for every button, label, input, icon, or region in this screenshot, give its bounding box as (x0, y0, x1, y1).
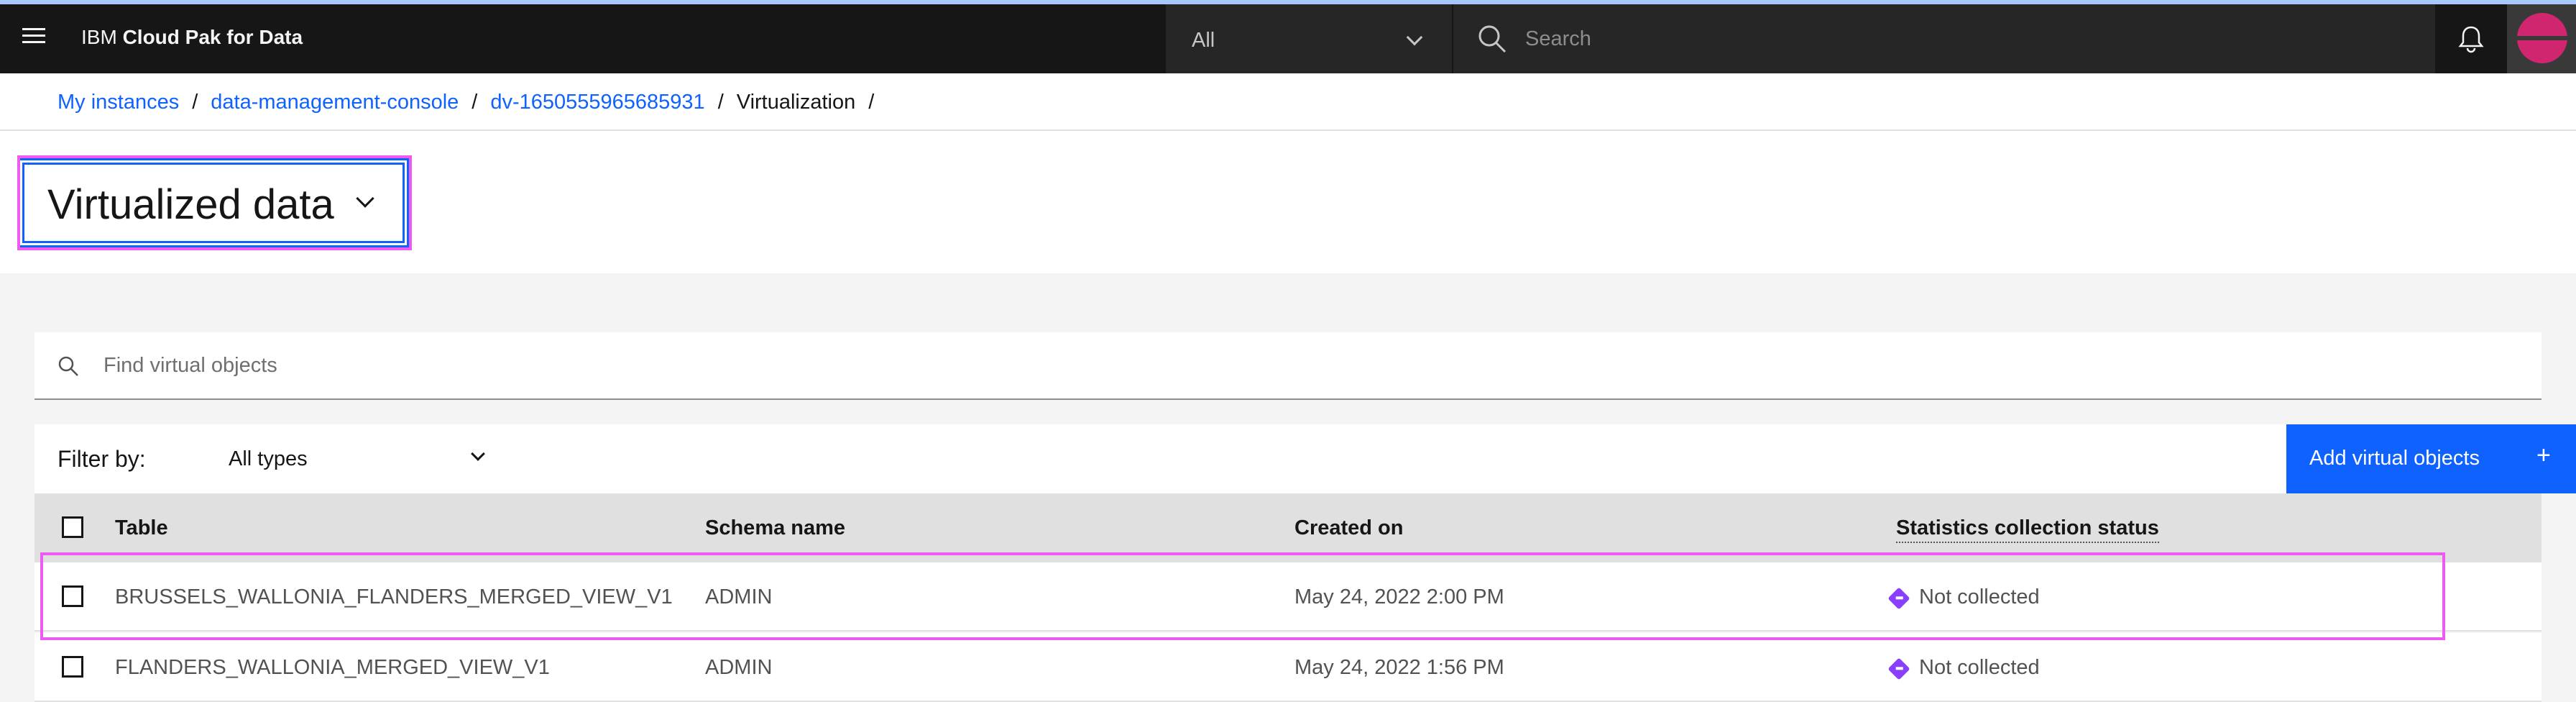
find-virtual-objects-search[interactable] (34, 332, 2542, 400)
filter-type-value: All types (229, 447, 308, 470)
breadcrumb-my-instances[interactable]: My instances (58, 91, 179, 114)
top-header: IBM Cloud Pak for Data All (0, 0, 2576, 73)
breadcrumb-dv-instance[interactable]: dv-1650555965685931 (490, 91, 704, 114)
chevron-down-icon (356, 189, 374, 208)
breadcrumb-separator: / (472, 91, 478, 114)
select-all-checkbox[interactable] (62, 516, 83, 538)
column-header-created[interactable]: Created on (1294, 516, 1403, 540)
global-search[interactable] (1453, 4, 2435, 73)
find-virtual-objects-input[interactable] (104, 351, 1110, 380)
filter-label: Filter by: (58, 446, 146, 472)
column-header-statistics-status[interactable]: Statistics collection status (1896, 516, 2159, 543)
chevron-down-icon (1406, 29, 1423, 46)
breadcrumb-current: Virtualization (736, 91, 856, 114)
search-icon (58, 356, 78, 376)
row-checkbox[interactable] (62, 656, 83, 678)
product-brand[interactable]: IBM Cloud Pak for Data (81, 26, 303, 49)
table-row[interactable]: BRUSSELS_WALLONIA_FLANDERS_MERGED_VIEW_V… (34, 562, 2542, 632)
breadcrumb-separator: / (192, 91, 198, 114)
filter-type-dropdown[interactable]: All types (193, 424, 502, 493)
schema-name-cell: ADMIN (705, 585, 773, 608)
search-scope-value: All (1192, 29, 1215, 52)
statistics-status-cell: Not collected (1919, 585, 2040, 608)
notifications-bell-icon[interactable] (2454, 22, 2488, 56)
add-virtual-objects-label: Add virtual objects (2309, 447, 2480, 470)
table-header: Table Schema name Created on Statistics … (34, 493, 2542, 562)
user-avatar-button[interactable] (2507, 4, 2576, 73)
brand-name: Cloud Pak for Data (122, 26, 303, 48)
header-divider (0, 129, 2576, 131)
brand-prefix: IBM (81, 26, 117, 48)
table-row[interactable]: FLANDERS_WALLONIA_MERGED_VIEW_V1 ADMIN M… (34, 633, 2542, 702)
table-name-cell: BRUSSELS_WALLONIA_FLANDERS_MERGED_VIEW_V… (115, 585, 673, 608)
search-scope-dropdown[interactable]: All (1166, 4, 1452, 73)
chevron-down-icon (471, 447, 485, 461)
table-name-cell: FLANDERS_WALLONIA_MERGED_VIEW_V1 (115, 656, 550, 679)
not-collected-status-icon (1887, 657, 1910, 680)
row-checkbox[interactable] (62, 585, 83, 607)
created-on-cell: May 24, 2022 2:00 PM (1294, 585, 1504, 608)
breadcrumb-separator: / (717, 91, 724, 114)
add-icon: + (2536, 442, 2551, 469)
breadcrumb: My instances / data-management-console / dv-… (58, 91, 887, 114)
global-search-input[interactable] (1525, 24, 2388, 53)
breadcrumb-separator: / (868, 91, 875, 114)
breadcrumb-data-management-console[interactable]: data-management-console (211, 91, 459, 114)
page-title: Virtualized data (47, 181, 334, 228)
statistics-status-cell: Not collected (1919, 656, 2040, 679)
add-virtual-objects-button[interactable]: Add virtual objects + (2286, 424, 2576, 493)
not-collected-status-icon (1887, 587, 1910, 610)
schema-name-cell: ADMIN (705, 656, 773, 679)
table-toolbar: Filter by: All types Add virtual objects… (34, 424, 2576, 493)
avatar (2517, 13, 2567, 63)
page-title-dropdown[interactable]: Virtualized data (22, 163, 405, 243)
created-on-cell: May 24, 2022 1:56 PM (1294, 656, 1504, 679)
column-header-table[interactable]: Table (115, 516, 168, 540)
search-icon (1478, 25, 1506, 53)
hamburger-menu-icon[interactable] (20, 22, 49, 50)
column-header-schema[interactable]: Schema name (705, 516, 845, 540)
